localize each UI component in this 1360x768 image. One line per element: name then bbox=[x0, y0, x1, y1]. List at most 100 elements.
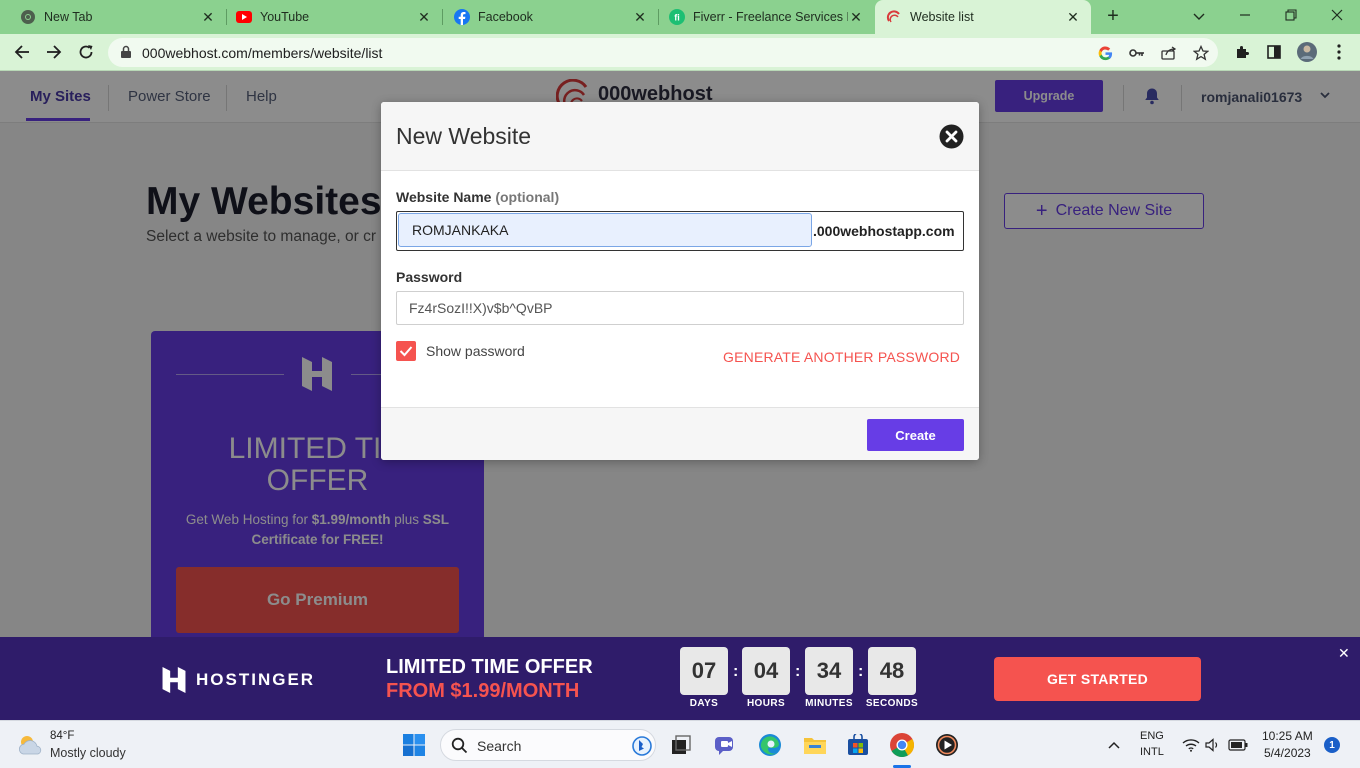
side-panel-icon[interactable] bbox=[1261, 40, 1287, 64]
fiverr-icon: fi bbox=[669, 9, 685, 25]
countdown-minutes: 34 bbox=[805, 647, 853, 695]
countdown-seconds-label: SECONDS bbox=[865, 698, 919, 709]
key-icon[interactable] bbox=[1128, 44, 1146, 62]
new-website-modal: New Website Website Name (optional) ROMJ… bbox=[381, 102, 979, 460]
clock-date[interactable]: 5/4/2023 bbox=[1264, 746, 1311, 760]
hostinger-brand: HOSTINGER bbox=[196, 670, 316, 689]
close-window-icon[interactable] bbox=[1325, 5, 1349, 29]
show-password-checkbox[interactable] bbox=[396, 341, 416, 361]
website-name-field: ROMJANKAKA .000webhostapp.com bbox=[396, 211, 964, 251]
tab-label: Website list bbox=[910, 10, 974, 24]
profile-avatar[interactable] bbox=[1294, 40, 1320, 64]
tab-close-icon[interactable]: ✕ bbox=[632, 9, 648, 26]
tab-new-tab[interactable]: New Tab ✕ bbox=[0, 0, 226, 34]
media-player-icon[interactable] bbox=[934, 732, 960, 758]
website-name-label-text: Website Name bbox=[396, 189, 492, 205]
tray-chevron-up-icon[interactable] bbox=[1101, 732, 1127, 758]
bing-icon bbox=[631, 735, 653, 757]
chrome-taskbar-icon[interactable] bbox=[889, 732, 915, 758]
tab-website-list[interactable]: Website list ✕ bbox=[875, 0, 1091, 34]
countdown-colon: : bbox=[795, 663, 801, 680]
get-started-button[interactable]: GET STARTED bbox=[994, 657, 1201, 701]
tab-close-icon[interactable]: ✕ bbox=[1065, 9, 1081, 26]
countdown-days-label: DAYS bbox=[689, 698, 719, 709]
countdown-days: 07 bbox=[680, 647, 728, 695]
youtube-icon bbox=[236, 9, 252, 25]
tab-youtube[interactable]: YouTube ✕ bbox=[226, 0, 442, 34]
tab-label: New Tab bbox=[44, 10, 93, 24]
microsoft-store-icon[interactable] bbox=[845, 732, 871, 758]
countdown-minutes-label: MINUTES bbox=[805, 698, 853, 709]
facebook-icon bbox=[454, 9, 470, 25]
edge-icon[interactable] bbox=[757, 732, 783, 758]
banner-price: FROM $1.99/MONTH bbox=[386, 680, 580, 702]
tab-facebook[interactable]: Facebook ✕ bbox=[442, 0, 658, 34]
promo-banner: HOSTINGER LIMITED TIME OFFER FROM $1.99/… bbox=[0, 637, 1360, 720]
countdown-hours: 04 bbox=[742, 647, 790, 695]
minimize-icon[interactable] bbox=[1233, 5, 1257, 29]
tab-close-icon[interactable]: ✕ bbox=[416, 9, 432, 26]
language-top[interactable]: ENG bbox=[1140, 730, 1164, 742]
clock-time[interactable]: 10:25 AM bbox=[1262, 729, 1313, 743]
countdown-colon: : bbox=[858, 663, 864, 680]
password-input[interactable]: Fz4rSozI!!X)v$b^QvBP bbox=[396, 291, 964, 325]
extensions-icon[interactable] bbox=[1229, 40, 1255, 64]
svg-text:fi: fi bbox=[674, 13, 680, 23]
restore-icon[interactable] bbox=[1279, 5, 1303, 29]
modal-header: New Website bbox=[381, 102, 979, 171]
tab-close-icon[interactable]: ✕ bbox=[200, 9, 216, 26]
banner-close-icon[interactable]: ✕ bbox=[1338, 645, 1350, 662]
banner-headline: LIMITED TIME OFFER bbox=[386, 656, 593, 678]
tab-search-chevron-icon[interactable] bbox=[1187, 5, 1211, 29]
checkmark-icon bbox=[399, 346, 413, 357]
search-label: Search bbox=[477, 738, 522, 754]
hostinger-logo-icon bbox=[161, 665, 187, 695]
address-bar[interactable]: 000webhost.com/members/website/list bbox=[108, 38, 1218, 67]
share-icon[interactable] bbox=[1160, 44, 1178, 62]
000webhost-icon bbox=[886, 9, 902, 25]
battery-icon[interactable] bbox=[1225, 732, 1251, 758]
windows-start-icon[interactable] bbox=[401, 732, 427, 758]
optional-hint: (optional) bbox=[495, 189, 560, 205]
create-button[interactable]: Create bbox=[867, 419, 964, 451]
tab-strip: New Tab ✕ YouTube ✕ Facebook ✕ fi Fiverr… bbox=[0, 0, 1360, 34]
chrome-icon bbox=[20, 9, 36, 25]
tab-fiverr[interactable]: fi Fiverr - Freelance Services M ✕ bbox=[658, 0, 874, 34]
google-icon[interactable] bbox=[1096, 44, 1114, 62]
generate-password-link[interactable]: GENERATE ANOTHER PASSWORD bbox=[723, 349, 960, 365]
website-name-input[interactable]: ROMJANKAKA bbox=[398, 213, 812, 247]
forward-icon[interactable] bbox=[41, 40, 67, 64]
reload-icon[interactable] bbox=[73, 40, 99, 64]
tab-label: YouTube bbox=[260, 10, 310, 24]
password-label: Password bbox=[396, 269, 463, 285]
modal-title: New Website bbox=[396, 123, 532, 149]
close-icon[interactable] bbox=[939, 124, 964, 149]
tab-label: Facebook bbox=[478, 10, 533, 24]
tab-label: Fiverr - Freelance Services M bbox=[693, 10, 848, 24]
weather-description: Mostly cloudy bbox=[50, 746, 126, 760]
website-name-label: Website Name (optional) bbox=[396, 189, 559, 205]
taskbar-search[interactable]: Search bbox=[440, 729, 656, 761]
language-bottom[interactable]: INTL bbox=[1140, 746, 1164, 758]
search-icon bbox=[451, 737, 468, 754]
countdown-hours-label: HOURS bbox=[746, 698, 786, 709]
countdown-colon: : bbox=[733, 663, 739, 680]
modal-footer: Create bbox=[381, 407, 979, 460]
notification-badge[interactable]: 1 bbox=[1324, 737, 1340, 753]
back-icon[interactable] bbox=[9, 40, 35, 64]
browser-toolbar: 000webhost.com/members/website/list bbox=[0, 34, 1360, 71]
new-tab-button[interactable]: + bbox=[1102, 6, 1124, 28]
teams-chat-icon[interactable] bbox=[713, 732, 739, 758]
bookmark-star-icon[interactable] bbox=[1192, 44, 1210, 62]
file-explorer-icon[interactable] bbox=[802, 732, 828, 758]
url-text: 000webhost.com/members/website/list bbox=[142, 45, 383, 61]
volume-icon[interactable] bbox=[1200, 732, 1226, 758]
task-view-icon[interactable] bbox=[668, 732, 694, 758]
weather-temperature: 84°F bbox=[50, 730, 75, 742]
countdown-seconds: 48 bbox=[868, 647, 916, 695]
menu-kebab-icon[interactable] bbox=[1326, 40, 1352, 64]
tab-close-icon[interactable]: ✕ bbox=[848, 9, 864, 26]
show-password-label[interactable]: Show password bbox=[426, 343, 525, 359]
taskbar: 84°F Mostly cloudy Search ENG INTL 10:25… bbox=[0, 720, 1360, 768]
weather-cloud-icon[interactable] bbox=[16, 733, 44, 757]
